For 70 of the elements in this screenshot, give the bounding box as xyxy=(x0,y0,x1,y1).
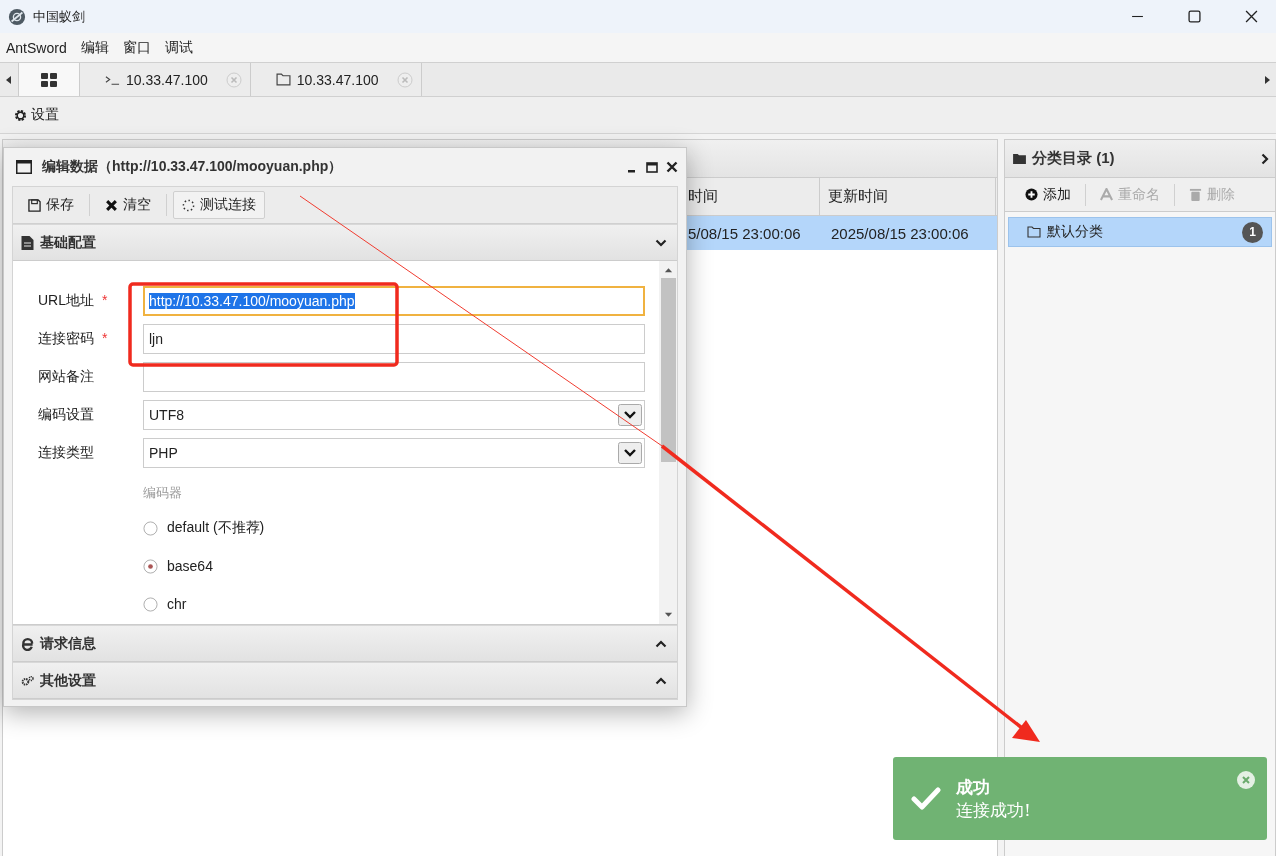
folder-icon xyxy=(1013,153,1026,164)
scroll-down-icon[interactable] xyxy=(663,612,673,618)
section-header[interactable]: 其他设置 xyxy=(13,662,677,699)
scroll-left-icon[interactable] xyxy=(6,75,12,84)
scrollbar[interactable] xyxy=(659,261,677,624)
panel-title: 分类目录 (1) xyxy=(1032,149,1115,168)
count-badge: 1 xyxy=(1242,221,1263,243)
gears-icon xyxy=(21,673,34,688)
toast-title: 成功 xyxy=(956,775,991,799)
grid-icon xyxy=(41,72,57,87)
field-label: 连接密码 xyxy=(38,330,94,348)
window-title: 中国蚁剑 xyxy=(33,7,85,26)
input-field[interactable]: ljn xyxy=(143,324,645,354)
input-field[interactable]: http://10.33.47.100/mooyuan.php xyxy=(143,286,645,316)
group-label: 编码器 xyxy=(143,484,183,502)
clear-button[interactable]: 清空 xyxy=(96,191,160,219)
folder-icon xyxy=(275,73,291,86)
checkmark-icon xyxy=(911,786,941,811)
section-header[interactable]: 基础配置 xyxy=(13,224,677,261)
maximize-icon[interactable] xyxy=(646,161,658,173)
terminal-icon xyxy=(105,73,120,86)
table-cell-text: 5/08/15 23:00:06 xyxy=(687,224,802,242)
required-mark: * xyxy=(102,330,108,348)
add-button[interactable]: 添加 xyxy=(1017,183,1079,206)
dropdown[interactable]: PHP xyxy=(143,438,645,468)
scroll-right-icon[interactable] xyxy=(1264,75,1270,84)
field-label: 连接类型 xyxy=(38,444,94,462)
toast-message: 连接成功! xyxy=(956,798,1031,822)
input-field[interactable] xyxy=(143,362,645,392)
section-header[interactable]: 请求信息 xyxy=(13,625,677,662)
menu-item[interactable]: AntSword xyxy=(6,39,67,56)
dropdown[interactable]: UTF8 xyxy=(143,400,645,430)
menu-item[interactable]: 编辑 xyxy=(80,38,109,57)
tab[interactable] xyxy=(18,63,80,96)
test-button[interactable]: 测试连接 xyxy=(173,191,265,219)
required-mark: * xyxy=(102,292,108,310)
chevron-icon xyxy=(655,238,667,247)
menu-item[interactable]: 窗口 xyxy=(122,38,151,57)
trash-icon xyxy=(1189,188,1202,201)
plus-icon xyxy=(1025,188,1038,201)
gear-icon xyxy=(14,108,27,122)
radio-option[interactable]: default (不推荐) xyxy=(143,516,645,540)
spinner-icon xyxy=(182,198,195,212)
field-label: URL地址 xyxy=(38,292,94,310)
table-cell-text: 2025/08/15 23:00:06 xyxy=(830,224,970,242)
radio-option[interactable]: base64 xyxy=(143,554,645,578)
settings-button[interactable]: 设置 xyxy=(10,104,63,126)
chevron-icon xyxy=(655,676,667,685)
window-icon xyxy=(16,160,32,174)
field-label: 网站备注 xyxy=(38,368,94,386)
app-logo-icon xyxy=(8,7,26,26)
dialog-title: 编辑数据（http://10.33.47.100/mooyuan.php） xyxy=(42,158,343,176)
menu-item[interactable]: 调试 xyxy=(164,38,193,57)
close-icon[interactable] xyxy=(1245,10,1258,23)
document-icon xyxy=(21,235,34,250)
column-header[interactable]: 更新时间 xyxy=(820,178,996,215)
close-icon xyxy=(105,198,118,212)
save-icon xyxy=(28,198,41,212)
save-button[interactable]: 保存 xyxy=(19,191,83,219)
font-icon xyxy=(1100,188,1113,201)
maximize-icon[interactable] xyxy=(1188,10,1201,23)
radio-option[interactable]: chr xyxy=(143,592,645,616)
close-icon[interactable] xyxy=(666,161,678,173)
browser-e-icon xyxy=(21,636,34,651)
field-label: 编码设置 xyxy=(38,406,94,424)
folder-icon xyxy=(1027,226,1041,238)
chevron-right-icon[interactable] xyxy=(1261,152,1269,165)
category-item[interactable]: 默认分类 1 xyxy=(1008,217,1272,247)
scroll-up-icon[interactable] xyxy=(663,267,673,273)
chevron-icon xyxy=(655,639,667,648)
